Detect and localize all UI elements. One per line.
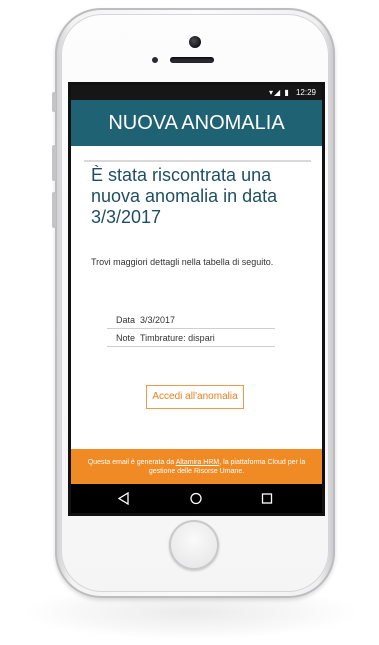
footer-text-prefix: Questa email è generata da [87,459,176,466]
volume-up-button [52,145,56,181]
back-triangle-icon [117,491,129,506]
email-header: NUOVA ANOMALIA [71,100,322,146]
home-nav-button[interactable] [176,484,216,513]
detail-row-date: Data 3/3/2017 [107,312,275,329]
mute-switch [52,92,56,112]
detail-label: Data [115,315,135,325]
earpiece-speaker [170,57,214,63]
status-time: 12:29 [295,88,316,97]
android-nav-bar [71,484,322,513]
email-footer: Questa email è generata da Altamira HRM,… [71,449,322,484]
email-intro: Trovi maggiori dettagli nella tabella di… [91,257,274,267]
open-anomaly-button[interactable]: Accedi all'anomalia [146,385,244,409]
signal-battery-icon: ▾◢ ▮ [268,88,290,97]
email-title: È stata riscontrata una nuova anomalia i… [91,165,278,227]
recent-square-icon [261,493,273,504]
detail-value: Timbrature: dispari [140,333,215,343]
detail-label: Note [115,333,135,343]
detail-value: 3/3/2017 [140,315,176,325]
volume-down-button [52,192,56,228]
detail-row-note: Note Timbrature: dispari [107,330,275,347]
email-header-title: NUOVA ANOMALIA [108,112,285,134]
recents-button[interactable] [247,484,287,513]
status-bar: ▾◢ ▮ 12:29 [71,85,322,100]
back-button[interactable] [104,484,144,513]
altamira-hrm-link[interactable]: Altamira HRM [176,459,220,466]
phone-screen: ▾◢ ▮ 12:29 NUOVA ANOMALIA È stata riscon… [71,85,322,513]
physical-home-button[interactable] [169,520,219,570]
home-circle-icon [190,492,202,505]
proximity-sensor [152,57,158,63]
front-camera [189,36,201,48]
divider [84,160,311,162]
